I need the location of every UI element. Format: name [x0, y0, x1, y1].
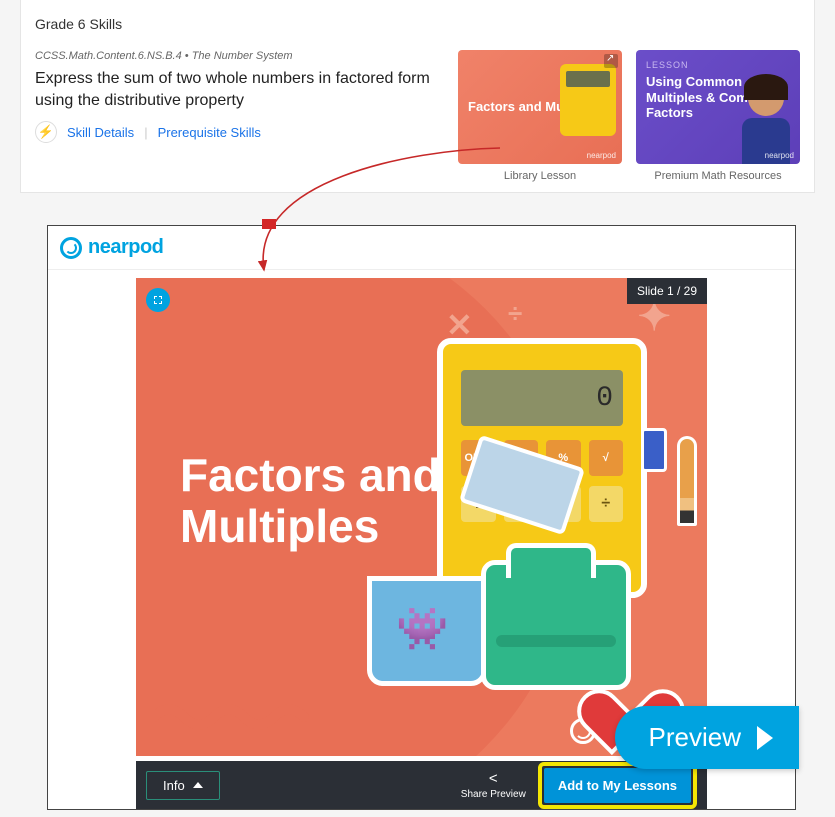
calc-key: √	[589, 440, 624, 476]
play-icon	[757, 726, 773, 750]
fullscreen-button[interactable]	[146, 288, 170, 312]
eraser-sticker	[641, 428, 667, 472]
preview-bottom-bar: Info < Share Preview Add to My Lessons	[136, 761, 707, 809]
lesson-preview-window: nearpod ✕ ÷ ✦ Slide 1 / 29 Factors and M…	[47, 225, 796, 810]
add-to-my-lessons-button[interactable]: Add to My Lessons	[544, 768, 691, 803]
skills-card: Grade 6 Skills CCSS.Math.Content.6.NS.B.…	[20, 0, 815, 193]
nearpod-logo-text: nearpod	[88, 236, 163, 259]
nearpod-logo[interactable]: nearpod	[60, 236, 163, 259]
skill-row: CCSS.Math.Content.6.NS.B.4 • The Number …	[35, 50, 800, 182]
pencil-sticker	[677, 436, 697, 526]
calc-display: 0	[461, 370, 623, 426]
nearpod-brand-small: nearpod	[765, 151, 794, 160]
premium-resource-thumb[interactable]: LESSON Using Common Multiples & Common F…	[636, 50, 800, 164]
preview-button-label: Preview	[649, 722, 741, 753]
chevron-up-icon	[193, 782, 203, 788]
cup-sticker: 👾	[367, 576, 487, 686]
standard-tag: CCSS.Math.Content.6.NS.B.4 • The Number …	[35, 50, 444, 62]
slide-title: Factors and Multiples	[180, 450, 441, 551]
slide-counter: Slide 1 / 29	[627, 278, 707, 304]
preview-header: nearpod	[48, 226, 795, 270]
info-button-label: Info	[163, 778, 185, 793]
share-label: Share Preview	[461, 789, 526, 800]
library-caption: Library Lesson	[504, 170, 576, 182]
nearpod-ring-icon	[60, 237, 82, 259]
slide-title-line2: Multiples	[180, 500, 379, 552]
slide-canvas: ✕ ÷ ✦ Slide 1 / 29 Factors and Multiples…	[136, 278, 707, 756]
share-icon: <	[489, 770, 498, 787]
space-invader-icon: 👾	[396, 605, 444, 654]
slide-title-line1: Factors and	[180, 449, 441, 501]
link-separator: |	[144, 125, 147, 140]
fullscreen-icon	[152, 294, 164, 306]
squiggle-deco	[154, 702, 314, 732]
bolt-icon: ⚡	[35, 121, 57, 143]
skill-details-link[interactable]: Skill Details	[67, 125, 134, 140]
prerequisite-skills-link[interactable]: Prerequisite Skills	[158, 125, 261, 140]
skill-links: ⚡ Skill Details | Prerequisite Skills	[35, 121, 444, 143]
skill-info: CCSS.Math.Content.6.NS.B.4 • The Number …	[35, 50, 444, 182]
premium-caption: Premium Math Resources	[654, 170, 781, 182]
popout-icon[interactable]	[604, 54, 618, 68]
calculator-graphic	[560, 64, 616, 136]
grade-title: Grade 6 Skills	[35, 16, 800, 32]
library-lesson-thumb[interactable]: Factors and Multiples nearpod	[458, 50, 622, 164]
nearpod-brand-small: nearpod	[587, 151, 616, 160]
calc-key: ÷	[589, 486, 624, 522]
share-preview-button[interactable]: < Share Preview	[461, 770, 526, 800]
annotation-marker	[262, 219, 276, 229]
info-button[interactable]: Info	[146, 771, 220, 800]
divide-deco-icon: ÷	[508, 298, 522, 329]
preview-button[interactable]: Preview	[615, 706, 799, 769]
library-lesson-column: Factors and Multiples nearpod Library Le…	[458, 50, 622, 182]
premium-resource-column: LESSON Using Common Multiples & Common F…	[636, 50, 800, 182]
skill-description: Express the sum of two whole numbers in …	[35, 68, 444, 111]
lesson-tag: LESSON	[646, 60, 790, 70]
